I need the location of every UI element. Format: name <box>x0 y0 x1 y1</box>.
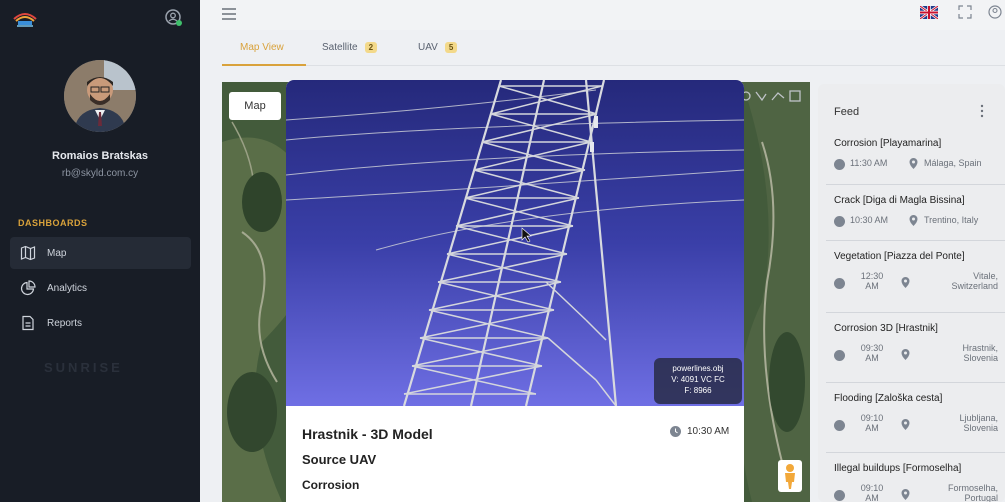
map-drawing-tools[interactable] <box>740 88 802 104</box>
tab-label: Satellite <box>322 42 358 53</box>
feed-item-time: 09:10 AM <box>860 413 884 433</box>
clock-icon <box>834 278 845 289</box>
user-name: Romaios Bratskas <box>52 150 148 162</box>
model-faces: F: 8966 <box>684 386 712 395</box>
location-pin-icon <box>901 277 910 288</box>
model-info-badge: powerlines.obj V: 4091 VC FC F: 8966 <box>654 358 742 404</box>
location-pin-icon <box>909 158 918 169</box>
pegman-icon <box>785 464 795 489</box>
sidebar-header <box>0 0 200 36</box>
dialog-source: Source UAV <box>302 452 377 467</box>
feed-item[interactable]: Flooding [Zaloška cesta] 09:10 AM Ljublj… <box>826 382 1005 452</box>
polygon-tool-icon <box>755 91 767 102</box>
location-pin-icon <box>901 489 910 500</box>
feed-item-location: Trentino, Italy <box>924 215 979 225</box>
3d-model-canvas[interactable]: powerlines.obj V: 4091 VC FC F: 8966 <box>286 80 744 407</box>
more-vertical-icon[interactable] <box>976 104 988 118</box>
rectangle-tool-icon <box>789 90 801 102</box>
active-tab-indicator <box>222 64 306 66</box>
feed-item-time: 11:30 AM <box>850 158 888 168</box>
document-icon <box>22 315 34 331</box>
feed-item-time: 09:30 AM <box>860 343 884 363</box>
sidebar-item-label: Map <box>47 247 67 259</box>
feed-item-location: Málaga, Spain <box>924 158 982 168</box>
clock-icon <box>670 426 681 437</box>
sidebar-item-reports[interactable]: Reports <box>10 307 191 339</box>
tab-uav[interactable]: UAV 5 <box>418 42 458 53</box>
avatar-image <box>64 60 136 132</box>
clock-icon <box>834 420 845 431</box>
feed-item-title: Corrosion 3D [Hrastnik] <box>834 323 938 334</box>
tab-map-view[interactable]: Map View <box>240 42 284 53</box>
location-pin-icon <box>901 349 910 360</box>
model-viewer-dialog: powerlines.obj V: 4091 VC FC F: 8966 Hra… <box>286 80 744 502</box>
section-title-dashboards: DASHBOARDS <box>18 218 88 228</box>
uk-flag-icon[interactable] <box>920 6 938 19</box>
street-view-pegman[interactable] <box>778 460 802 492</box>
tab-satellite[interactable]: Satellite 2 <box>322 42 378 53</box>
brand-watermark: SUNRISE <box>44 360 123 375</box>
clock-icon <box>834 216 845 227</box>
feed-item-time: 09:10 AM <box>860 483 884 502</box>
feed-item-title: Vegetation [Piazza del Ponte] <box>834 251 965 262</box>
model-filename: powerlines.obj <box>672 364 724 373</box>
logo-icon[interactable] <box>12 7 38 29</box>
clock-icon <box>834 350 845 361</box>
feed-item-title: Crack [Diga di Magla Bissina] <box>834 195 965 206</box>
feed-item-time: 10:30 AM <box>850 215 889 225</box>
sidebar-item-map[interactable]: Map <box>10 237 191 269</box>
sidebar-item-analytics[interactable]: Analytics <box>10 272 191 304</box>
hamburger-menu-icon[interactable] <box>222 8 236 20</box>
polyline-tool-icon <box>771 92 785 101</box>
dialog-time: 10:30 AM <box>670 426 729 437</box>
location-pin-icon <box>909 215 918 226</box>
feed-item-location: Vitale, Switzerland <box>951 271 998 291</box>
feed-item[interactable]: Vegetation [Piazza del Ponte] 12:30 AM V… <box>826 240 1005 312</box>
feed-item-title: Flooding [Zaloška cesta] <box>834 393 943 404</box>
sidebar-item-label: Analytics <box>47 282 88 294</box>
model-vertices: V: 4091 VC FC <box>671 375 725 384</box>
sidebar: Romaios Bratskas rb@skyld.com.cy DASHBOA… <box>0 0 200 502</box>
view-tabs: Map View Satellite 2 UAV 5 <box>222 32 1005 66</box>
pie-chart-icon <box>20 280 36 296</box>
map-type-button[interactable]: Map <box>229 92 281 120</box>
feed-item-time: 12:30 AM <box>860 271 884 291</box>
location-pin-icon <box>901 419 910 430</box>
feed-item-location: Ljubljana, Slovenia <box>959 413 998 433</box>
feed-title: Feed <box>834 106 860 118</box>
tab-label: Map View <box>240 42 284 53</box>
feed-item[interactable]: Illegal buildups [Formoselha] 09:10 AM F… <box>826 452 1005 502</box>
dialog-time-value: 10:30 AM <box>687 426 730 437</box>
map-icon <box>20 245 36 261</box>
feed-item[interactable]: Corrosion 3D [Hrastnik] 09:30 AM Hrastni… <box>826 312 1005 382</box>
clock-icon <box>834 490 845 501</box>
sidebar-item-label: Reports <box>47 317 83 329</box>
feed-item-title: Corrosion [Playamarina] <box>834 138 942 149</box>
top-bar <box>200 0 1005 30</box>
fullscreen-icon[interactable] <box>958 5 972 19</box>
feed-panel: Feed Corrosion [Playamarina] 11:30 AM Má… <box>818 84 1005 502</box>
avatar[interactable] <box>64 60 136 132</box>
clock-icon <box>834 159 845 170</box>
dialog-defect-type: Corrosion <box>302 478 360 492</box>
tab-badge: 2 <box>364 42 378 53</box>
user-settings-icon[interactable] <box>164 8 184 28</box>
feed-item-location: Formoselha, Portugal <box>947 483 998 502</box>
tab-label: UAV <box>418 42 438 53</box>
mouse-cursor-icon <box>521 227 532 243</box>
feed-item-title: Illegal buildups [Formoselha] <box>834 463 962 474</box>
user-email: rb@skyld.com.cy <box>61 168 139 179</box>
dialog-title: Hrastnik - 3D Model <box>302 426 433 442</box>
feed-item-location: Hrastnik, Slovenia <box>962 343 998 363</box>
profile-icon[interactable] <box>988 5 1002 19</box>
tab-badge: 5 <box>444 42 458 53</box>
